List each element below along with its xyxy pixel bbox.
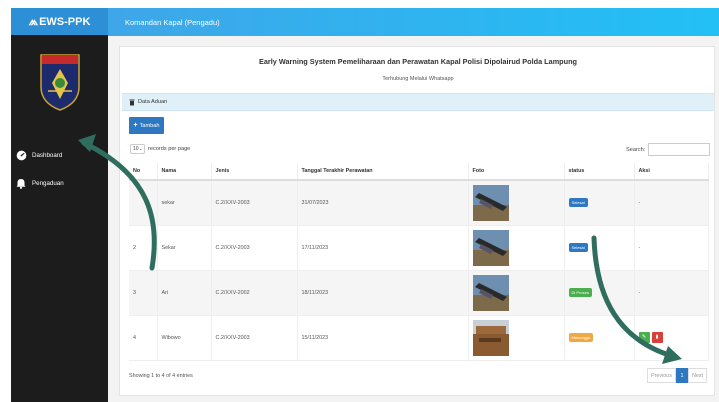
column-header-jenis[interactable]: Jenis	[211, 163, 298, 181]
trash-icon	[129, 99, 135, 105]
page-subtitle: Terhubung Melalui Whatsapp	[382, 76, 454, 82]
cell-aksi: -	[634, 270, 709, 316]
cell-foto	[468, 180, 565, 226]
delete-button[interactable]: ▮	[651, 332, 663, 343]
search-label: Search:	[626, 146, 646, 153]
panel-header: Data Aduan	[122, 93, 714, 111]
table-row: 4 Wibowo C.2/XXV-2003 15/11/2023 Menungg…	[129, 315, 709, 361]
edit-icon: ✎	[641, 334, 647, 340]
pagination-previous[interactable]: Previous	[647, 368, 676, 383]
table-row: sekar C.2/XXV-2003 31/07/2023 Selesai -	[129, 180, 709, 226]
content-card: Early Warning System Pemeliharaan dan Pe…	[119, 46, 715, 396]
column-header-foto[interactable]: Foto	[468, 163, 565, 181]
ship-photo	[472, 229, 509, 266]
cell-tanggal: 18/11/2023	[297, 270, 469, 316]
column-header-aksi[interactable]: Aksi	[634, 163, 709, 181]
table-header-row: No Nama Jenis Tanggal Terakhir Perawatan…	[129, 163, 709, 181]
pagination: Previous 1 Next	[647, 368, 707, 383]
records-per-page-select[interactable]: 10 ⌄	[130, 144, 145, 154]
cell-status: Menunggu	[564, 315, 635, 361]
data-table: No Nama Jenis Tanggal Terakhir Perawatan…	[129, 163, 709, 361]
cell-no	[129, 180, 158, 226]
main-content: Early Warning System Pemeliharaan dan Pe…	[108, 36, 719, 402]
column-header-no[interactable]: No	[129, 163, 158, 181]
bell-icon	[15, 177, 27, 189]
add-button[interactable]: + Tambah	[129, 117, 164, 134]
records-per-page: 10 ⌄ records per page	[130, 144, 190, 154]
cell-foto	[468, 225, 565, 271]
records-per-page-label: records per page	[148, 146, 191, 152]
column-header-status[interactable]: status	[564, 163, 635, 181]
table-row: 3 Ari C.2/XXV-2002 18/11/2023 Di Proses …	[129, 270, 709, 316]
cell-tanggal: 17/11/2023	[297, 225, 469, 271]
page-title: Early Warning System Pemeliharaan dan Pe…	[258, 57, 578, 66]
status-badge: Selesai	[568, 198, 588, 208]
search-box: Search:	[626, 143, 711, 156]
cell-status: Selesai	[564, 180, 635, 226]
cell-aksi: ✎ ▮	[634, 315, 709, 361]
column-header-nama[interactable]: Nama	[157, 163, 212, 181]
table-row: 2 Sekar C.2/XXV-2003 17/11/2023 Selesai …	[129, 225, 709, 271]
status-badge: Menunggu	[568, 333, 594, 342]
top-bar: Komandan Kapal (Pengadu)	[108, 8, 719, 36]
status-badge: Di Proses	[568, 288, 592, 297]
cell-no: 3	[129, 270, 158, 316]
sidebar-item-dashboard[interactable]: Dashboard	[11, 149, 108, 161]
edit-button[interactable]: ✎	[638, 332, 650, 343]
plus-icon: +	[133, 122, 138, 129]
cell-nama: sekar	[157, 180, 212, 226]
ship-photo	[472, 184, 509, 221]
sidebar-item-pengaduan[interactable]: Pengaduan	[11, 177, 108, 189]
cell-nama: Wibowo	[157, 315, 212, 361]
brand-logo[interactable]: ⩕ EWS-PPK	[11, 8, 108, 35]
cell-status: Selesai	[564, 225, 635, 271]
cell-jenis: C.2/XXV-2003	[211, 315, 298, 361]
cell-nama: Sekar	[157, 225, 212, 271]
search-input[interactable]	[648, 143, 711, 156]
cell-tanggal: 31/07/2023	[297, 180, 469, 226]
brand-glyph: ⩕	[28, 14, 39, 28]
cell-nama: Ari	[157, 270, 212, 316]
cell-no: 2	[129, 225, 158, 271]
status-badge: Selesai	[568, 243, 588, 252]
panel-title: Data Aduan	[138, 99, 168, 105]
police-emblem-icon	[39, 54, 80, 111]
sidebar: ⩕ EWS-PPK Dashboard Pengaduan	[11, 8, 108, 402]
cell-aksi: -	[634, 225, 709, 271]
cell-status: Di Proses	[564, 270, 635, 316]
cell-jenis: C.2/XXV-2003	[211, 225, 298, 271]
brand-name: EWS-PPK	[39, 15, 91, 28]
cell-tanggal: 15/11/2023	[297, 315, 469, 361]
cell-foto	[468, 315, 565, 361]
trash-icon: ▮	[655, 334, 659, 340]
ship-photo	[472, 319, 509, 356]
pagination-page-1[interactable]: 1	[676, 368, 688, 383]
cell-foto	[468, 270, 565, 316]
cell-no: 4	[129, 315, 158, 361]
app-frame: ⩕ EWS-PPK Dashboard Pengaduan Komandan K…	[0, 0, 719, 402]
column-header-tanggal[interactable]: Tanggal Terakhir Perawatan	[297, 163, 469, 181]
pagination-next[interactable]: Next	[688, 368, 707, 383]
sidebar-item-label: Pengaduan	[32, 179, 64, 187]
sidebar-item-label: Dashboard	[32, 151, 63, 159]
dashboard-gauge-icon	[15, 149, 27, 161]
ship-photo	[472, 274, 509, 311]
cell-jenis: C.2/XXV-2002	[211, 270, 298, 316]
add-button-label: Tambah	[139, 122, 160, 129]
cell-aksi: -	[634, 180, 709, 226]
chevron-down-icon: ⌄	[138, 146, 143, 152]
table-info: Showing 1 to 4 of 4 entries	[129, 373, 193, 379]
cell-jenis: C.2/XXV-2003	[211, 180, 298, 226]
topbar-title: Komandan Kapal (Pengadu)	[125, 17, 220, 27]
